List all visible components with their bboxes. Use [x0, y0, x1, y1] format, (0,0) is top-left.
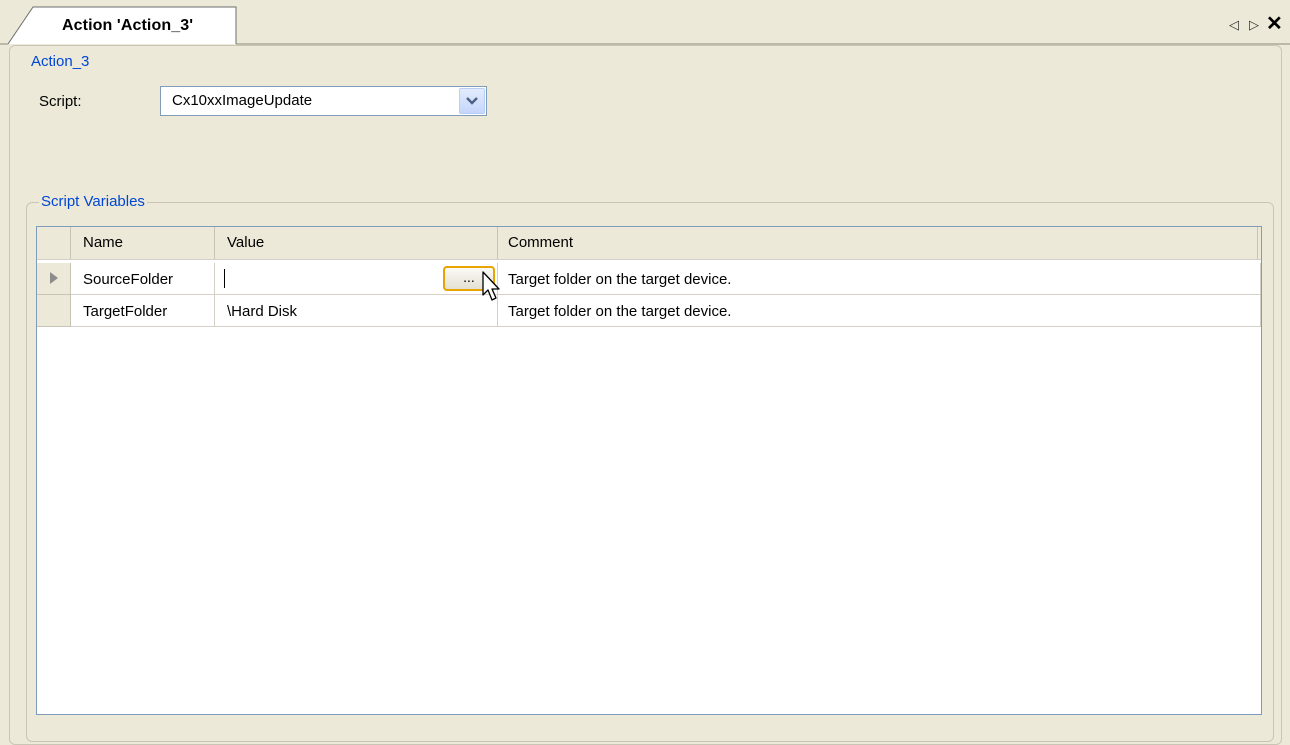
column-header-name[interactable]: Name [71, 227, 215, 259]
cell-text: SourceFolder [83, 271, 174, 288]
table-row-2-value[interactable]: \Hard Disk [215, 295, 498, 327]
column-value-label: Value [227, 234, 265, 251]
script-select-value: Cx10xxImageUpdate [172, 92, 313, 109]
cell-text: Target folder on the target device. [508, 271, 732, 288]
current-row-arrow-icon [50, 272, 58, 284]
dropdown-button[interactable] [459, 88, 485, 114]
header-corner [37, 227, 71, 259]
row-header[interactable] [37, 295, 71, 327]
scroll-left-icon[interactable]: ◁ [1229, 17, 1239, 33]
scroll-right-icon[interactable]: ▷ [1249, 17, 1259, 33]
column-comment-label: Comment [508, 234, 574, 251]
script-label: Script: [39, 93, 82, 110]
column-header-value[interactable]: Value [215, 227, 498, 259]
script-variables-title: Script Variables [39, 193, 147, 210]
close-icon[interactable]: ✕ [1266, 14, 1283, 34]
active-document-tab[interactable]: Action 'Action_3' [62, 17, 193, 35]
table-row-2-name[interactable]: TargetFolder [71, 295, 215, 327]
row-header-current[interactable] [37, 263, 71, 295]
tab-outline [0, 6, 1290, 45]
table-row-1-comment[interactable]: Target folder on the target device. [498, 263, 1261, 295]
action-group-title: Action_3 [29, 53, 92, 70]
document-tab-strip: Action 'Action_3' ◁ ▷ ✕ [0, 0, 1290, 45]
script-variables-grid[interactable]: Name Value Comment SourceFolder ... Targ… [36, 226, 1262, 715]
column-name-label: Name [83, 234, 124, 251]
chevron-down-icon [466, 97, 478, 105]
script-select[interactable]: Cx10xxImageUpdate [160, 86, 487, 116]
cell-text: \Hard Disk [227, 303, 298, 320]
cell-text: Target folder on the target device. [508, 303, 732, 320]
column-header-comment[interactable]: Comment [498, 227, 1258, 259]
text-caret [224, 269, 225, 288]
cell-text: TargetFolder [83, 303, 168, 320]
table-row-2-comment[interactable]: Target folder on the target device. [498, 295, 1261, 327]
mouse-pointer-icon [482, 271, 500, 301]
grid-header: Name Value Comment [37, 227, 1261, 260]
table-row-1-name[interactable]: SourceFolder [71, 263, 215, 295]
